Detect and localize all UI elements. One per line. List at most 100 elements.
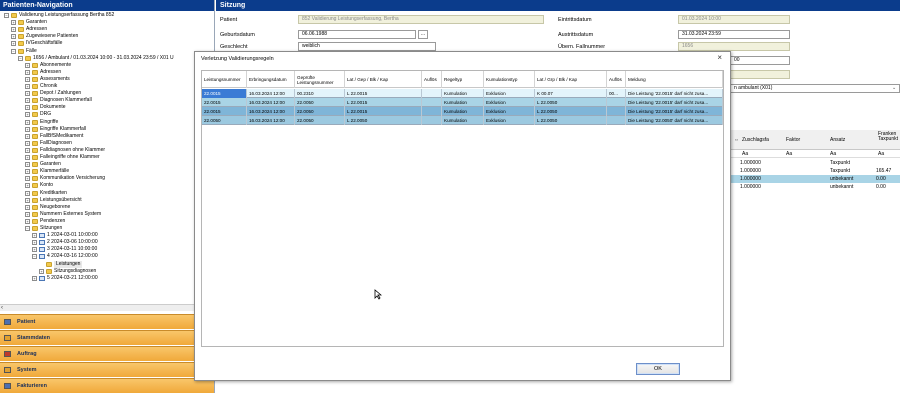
table-row[interactable]: 22.0015 16.03.2024 12:00 22.0050 L 22.0015 K… (202, 98, 723, 107)
patient-field[interactable]: 852 Validierung Leistungserfassung, Bert… (298, 15, 544, 24)
tree-item[interactable]: +3 2024-03-11 10:00:00 (32, 246, 97, 253)
ok-button[interactable]: OK (636, 363, 680, 375)
partial-field[interactable]: 00 (731, 56, 790, 65)
collapse-icon[interactable]: − (11, 48, 16, 54)
expand-icon[interactable]: + (25, 176, 30, 182)
tree-item[interactable]: + Eingriffe (25, 119, 58, 126)
table-row[interactable]: 1.000000 unbekannt 0.00 (730, 183, 900, 191)
tree-item[interactable]: + Depot / Zahlungen (25, 90, 81, 97)
geburtsdatum-field[interactable]: 06.06.1988 (298, 30, 416, 39)
tree-item[interactable]: Leistungen (39, 260, 83, 268)
expand-icon[interactable]: + (25, 197, 30, 203)
expand-icon[interactable]: + (11, 41, 16, 47)
column-header[interactable]: Regeltyp (442, 71, 484, 88)
expand-icon[interactable]: + (25, 126, 30, 132)
date-picker-button[interactable]: ... (418, 30, 428, 39)
tree-horizontal-scrollbar[interactable]: ‹ (0, 304, 214, 311)
tree-item[interactable]: + Adressen (25, 69, 61, 76)
tree-item[interactable]: + Garanten (11, 19, 47, 26)
table-row[interactable]: 1.000000 Taxpunkt (730, 159, 900, 167)
expand-icon[interactable]: + (25, 140, 30, 146)
expand-icon[interactable]: + (11, 34, 16, 40)
expand-icon[interactable]: + (32, 233, 37, 239)
tree-item[interactable]: + Nummern Externes System (25, 211, 101, 218)
expand-icon[interactable]: + (25, 133, 30, 139)
tree-item[interactable]: + Adressen (11, 26, 47, 33)
expand-icon[interactable]: + (39, 268, 44, 274)
expand-icon[interactable]: + (25, 155, 30, 160)
geschlecht-select[interactable]: weiblich (298, 42, 436, 51)
column-header[interactable]: Erbringungsdatum (247, 71, 295, 88)
tree-item[interactable]: + Klammerfälle (25, 168, 69, 175)
col-ansatz-header[interactable]: Ansatz (830, 137, 845, 143)
tree-item[interactable]: + Garanten (25, 161, 61, 168)
expand-icon[interactable]: + (11, 27, 16, 33)
expand-icon[interactable]: + (25, 169, 30, 175)
tree-item[interactable]: + Neugeborene (25, 204, 70, 211)
tree-item[interactable]: + Falleingriffe ohne Klammer (25, 154, 100, 161)
table-row[interactable]: 22.0015 16.03.2024 12:00 00.2310 L 22.0015 K… (202, 89, 723, 98)
expand-icon[interactable]: + (25, 84, 30, 89)
expand-icon[interactable]: + (25, 91, 30, 97)
expand-icon[interactable]: + (25, 204, 30, 210)
fallnummer-field[interactable]: 1656 (678, 42, 790, 51)
collapse-icon[interactable]: − (18, 55, 23, 61)
close-icon[interactable]: × (717, 53, 722, 62)
partial-field-2[interactable] (731, 70, 790, 79)
nav-button-auftrag[interactable]: Auftrag (0, 346, 214, 361)
expand-icon[interactable]: + (25, 162, 30, 168)
tree-item[interactable]: + Chronik (25, 83, 57, 90)
tree-item[interactable]: +2 2024-03-06 10:00:00 (32, 239, 98, 246)
tree-item[interactable]: + FallBfSMedikament (25, 133, 83, 140)
tree-item[interactable]: − Validierung Leistungserfassung Bertha 8… (4, 12, 114, 19)
expand-icon[interactable]: + (11, 20, 16, 26)
tree-item[interactable]: + Abonnemente (25, 62, 71, 69)
tree-item[interactable]: + Kreditkarten (25, 190, 67, 197)
expand-icon[interactable]: + (25, 147, 30, 153)
expand-icon[interactable]: + (32, 240, 37, 246)
column-header[interactable]: Geprüfte Leistungsnummer (295, 71, 345, 88)
chevron-down-icon[interactable]: ⌄ (892, 85, 896, 91)
column-header[interactable]: Lat / Gep / Blk / Kap (345, 71, 422, 88)
tree-item[interactable]: − Fälle (11, 48, 37, 55)
tree-item[interactable]: +1 2024-03-01 10:00:00 (32, 232, 98, 239)
table-row[interactable]: 22.0015 16.03.2024 12:00 22.0050 L 22.0015 K… (202, 107, 723, 116)
expand-icon[interactable]: + (32, 247, 37, 253)
tree-item[interactable]: +5 2024-03-21 12:00:00 (32, 275, 98, 282)
tree-item[interactable]: + Kommunikation Versicherung (25, 175, 105, 182)
filter-franken[interactable]: Aa (878, 151, 884, 157)
tree-item[interactable]: + Leistungsübersicht (25, 197, 82, 204)
expand-icon[interactable]: + (25, 183, 30, 189)
column-header[interactable]: Auflös (422, 71, 442, 88)
tree-item[interactable]: + Pendenzen (25, 218, 65, 225)
tree-item[interactable]: + DRG (25, 111, 51, 118)
expand-icon[interactable]: + (25, 69, 30, 75)
expand-icon[interactable]: + (25, 211, 30, 217)
tree-item[interactable]: − Sitzungen (25, 225, 62, 232)
filter-faktor[interactable]: Aa (786, 151, 792, 157)
col-zuschlag-header[interactable]: Zuschlagsfa (742, 137, 769, 143)
scroll-left-icon[interactable]: ‹ (1, 305, 3, 311)
column-header[interactable]: Meldung (626, 71, 723, 88)
nav-button-system[interactable]: System (0, 362, 214, 377)
tree-item[interactable]: + Sitzungsdiagnosen (39, 268, 96, 275)
expand-icon[interactable]: + (25, 62, 30, 68)
nav-button-patient[interactable]: Patient (0, 314, 214, 329)
tree-item[interactable]: + Diagnosen Klammerfall (25, 97, 92, 104)
column-header[interactable]: Lat / Grp / Blk / Kap (535, 71, 607, 88)
expand-icon[interactable]: + (25, 119, 30, 125)
column-header[interactable]: Kumulationstyp (484, 71, 535, 88)
tree-item[interactable]: + Dokumente (25, 104, 66, 111)
fallart-select[interactable]: n ambulant (X01) (731, 84, 900, 93)
expand-icon[interactable]: + (25, 112, 30, 118)
eintrittsdatum-field[interactable]: 01.03.2024 10:00 (678, 15, 790, 24)
filter-zuschlag[interactable]: Aa (742, 151, 748, 157)
tree-item[interactable]: − 1656 / Ambulant / 01.03.2024 10:00 - 31… (18, 55, 174, 62)
tree-item[interactable]: + Assessments (25, 76, 70, 83)
table-row[interactable]: 22.0050 16.03.2024 12:00 22.0050 L 22.0050 K… (202, 116, 723, 125)
tree-item[interactable]: + FallDiagnosen (25, 140, 72, 147)
tree-item[interactable]: + Eingriffe Klammerfall (25, 126, 86, 133)
nav-button-stammdaten[interactable]: Stammdaten (0, 330, 214, 345)
nav-button-fakturieren[interactable]: Fakturieren (0, 378, 214, 393)
tree-item[interactable]: − 4 2024-03-16 12:00:00 (32, 253, 98, 260)
